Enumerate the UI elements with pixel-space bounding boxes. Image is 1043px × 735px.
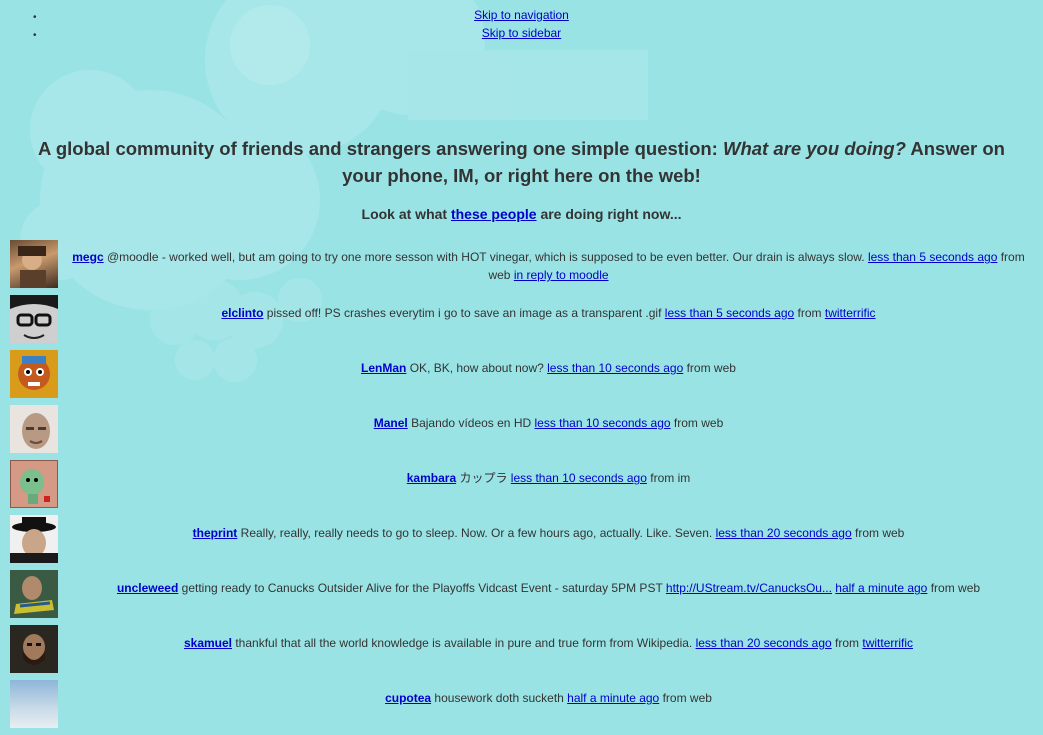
tweet-time-link[interactable]: less than 10 seconds ago [534, 416, 670, 430]
tweet-user-link[interactable]: theprint [193, 526, 238, 540]
cartoon-icon[interactable] [10, 350, 58, 398]
tweet-url-link[interactable]: http://UStream.tv/CanucksOu... [666, 581, 832, 595]
tweet-time-link[interactable]: less than 20 seconds ago [696, 636, 832, 650]
tweet-item: megc @moodle - worked well, but am going… [0, 240, 1043, 295]
tweet-source: from web [851, 526, 905, 540]
scarf-man-icon[interactable] [10, 570, 58, 618]
tweet-user-link[interactable]: elclinto [221, 306, 263, 320]
tweet-item: Manel Bajando vídeos en HD less than 10 … [0, 405, 1043, 460]
tweet-source: from web [659, 691, 712, 705]
tweet-text: elclinto pissed off! PS crashes everytim… [62, 304, 1035, 322]
tweet-user-link[interactable]: skamuel [184, 636, 232, 650]
tweet-body: thankful that all the world knowledge is… [232, 636, 696, 650]
tweet-text: LenMan OK, BK, how about now? less than … [62, 359, 1035, 377]
tweet-body: OK, BK, how about now? [406, 361, 548, 375]
look-at-heading: Look at what these people are doing righ… [0, 206, 1043, 222]
tweet-source: from web [927, 581, 981, 595]
skip-item-sidebar: •Skip to sidebar [0, 26, 1043, 44]
portrait-icon[interactable] [10, 240, 58, 288]
intro-question: What are you doing? [722, 138, 906, 159]
face-icon[interactable] [10, 405, 58, 453]
tweet-item: cupotea housework doth sucketh half a mi… [0, 680, 1043, 735]
skip-links: •Skip to navigation •Skip to sidebar [0, 8, 1043, 44]
tweet-item: theprint Really, really, really needs to… [0, 515, 1043, 570]
tweet-item: skamuel thankful that all the world know… [0, 625, 1043, 680]
lookat-suffix: are doing right now... [536, 206, 682, 222]
intro-heading: A global community of friends and strang… [20, 135, 1023, 189]
tweet-source: from im [646, 471, 691, 485]
hat-man-icon[interactable] [10, 515, 58, 563]
tweet-time-link[interactable]: less than 5 seconds ago [868, 250, 997, 264]
green-cartoon-icon[interactable] [10, 460, 58, 508]
tweet-user-link[interactable]: kambara [407, 471, 456, 485]
lookat-prefix: Look at what [361, 206, 451, 222]
in-reply-to-link[interactable]: in reply to moodle [514, 268, 609, 282]
tweet-body: @moodle - worked well, but am going to t… [103, 250, 868, 264]
tweet-time-link[interactable]: half a minute ago [567, 691, 659, 705]
tweet-user-link[interactable]: Manel [374, 416, 408, 430]
tweet-user-link[interactable]: LenMan [361, 361, 406, 375]
tweet-body: housework doth sucketh [431, 691, 568, 705]
tweet-text: skamuel thankful that all the world know… [62, 634, 1035, 652]
tweet-item: LenMan OK, BK, how about now? less than … [0, 350, 1043, 405]
tweet-time-link[interactable]: less than 20 seconds ago [716, 526, 852, 540]
skip-to-navigation-link[interactable]: Skip to navigation [474, 8, 569, 22]
tweet-text: theprint Really, really, really needs to… [62, 524, 1035, 542]
skip-to-sidebar-link[interactable]: Skip to sidebar [482, 26, 561, 40]
tweet-text: cupotea housework doth sucketh half a mi… [62, 689, 1035, 707]
source-link[interactable]: twitterrific [825, 306, 876, 320]
tweet-text: Manel Bajando vídeos en HD less than 10 … [62, 414, 1035, 432]
tweet-source: from web [683, 361, 736, 375]
tweet-body: pissed off! PS crashes everytim i go to … [263, 306, 665, 320]
tweet-item: elclinto pissed off! PS crashes everytim… [0, 295, 1043, 350]
tweet-text: megc @moodle - worked well, but am going… [62, 248, 1035, 284]
public-timeline: megc @moodle - worked well, but am going… [0, 240, 1043, 735]
tweet-item: kambara カップラ less than 10 seconds ago fr… [0, 460, 1043, 515]
tweet-time-link[interactable]: less than 5 seconds ago [665, 306, 794, 320]
tweet-text: uncleweed getting ready to Canucks Outsi… [62, 579, 1035, 597]
tweet-time-link[interactable]: less than 10 seconds ago [547, 361, 683, 375]
tweet-user-link[interactable]: cupotea [385, 691, 431, 705]
these-people-link[interactable]: these people [451, 206, 537, 222]
tweet-user-link[interactable]: uncleweed [117, 581, 178, 595]
tweet-body: カップラ [456, 471, 511, 485]
tweet-source: from [794, 306, 825, 320]
skip-item-navigation: •Skip to navigation [0, 8, 1043, 26]
tweet-item: uncleweed getting ready to Canucks Outsi… [0, 570, 1043, 625]
tweet-body: Bajando vídeos en HD [407, 416, 535, 430]
tweet-source: from web [670, 416, 724, 430]
sky-icon[interactable] [10, 680, 58, 728]
source-link[interactable]: twitterrific [862, 636, 913, 650]
tweet-text: kambara カップラ less than 10 seconds ago fr… [62, 469, 1035, 487]
bearded-man-icon[interactable] [10, 625, 58, 673]
intro-part1: A global community of friends and strang… [38, 138, 723, 159]
tweet-time-link[interactable]: half a minute ago [835, 581, 927, 595]
tweet-body: Really, really, really needs to go to sl… [237, 526, 716, 540]
tweet-body: getting ready to Canucks Outsider Alive … [178, 581, 666, 595]
tweet-source: from [831, 636, 863, 650]
tweet-user-link[interactable]: megc [72, 250, 103, 264]
glasses-face-icon[interactable] [10, 295, 58, 343]
tweet-time-link[interactable]: less than 10 seconds ago [511, 471, 647, 485]
